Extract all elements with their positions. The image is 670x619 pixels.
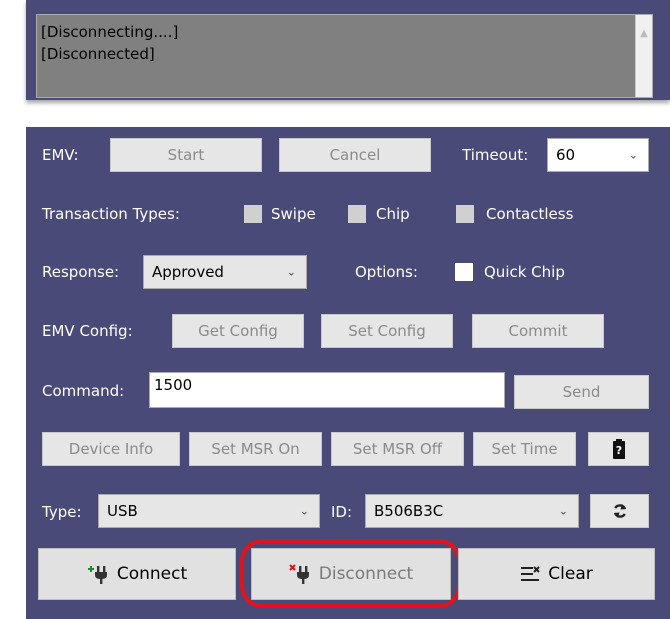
chip-checkbox[interactable] <box>348 205 366 223</box>
timeout-value: 60 <box>556 146 576 164</box>
set-time-button[interactable]: Set Time <box>473 432 576 466</box>
log-line: [Disconnected] <box>41 45 155 63</box>
log-scrollbar[interactable]: ▲ <box>635 15 652 97</box>
chevron-down-icon: ⌄ <box>628 148 638 162</box>
contactless-label: Contactless <box>486 205 574 223</box>
emv-config-label: EMV Config: <box>42 322 133 340</box>
chevron-down-icon: ⌄ <box>558 504 568 518</box>
plug-connect-icon <box>87 564 109 584</box>
chevron-down-icon: ⌄ <box>299 504 309 518</box>
type-select[interactable]: USB ⌄ <box>98 494 320 528</box>
start-button[interactable]: Start <box>110 138 262 172</box>
quick-chip-checkbox[interactable] <box>455 263 473 281</box>
timeout-label: Timeout: <box>462 146 529 164</box>
type-label: Type: <box>42 503 82 521</box>
connect-button[interactable]: Connect <box>38 548 236 600</box>
emv-label: EMV: <box>42 146 79 164</box>
transaction-types-label: Transaction Types: <box>42 205 180 223</box>
response-select[interactable]: Approved ⌄ <box>143 255 307 289</box>
swipe-checkbox[interactable] <box>244 205 262 223</box>
chip-label: Chip <box>376 205 410 223</box>
chevron-down-icon: ⌄ <box>286 265 296 279</box>
log-panel: [Disconnecting....] [Disconnected] ▲ <box>26 0 670 100</box>
options-label: Options: <box>355 263 418 281</box>
contactless-checkbox[interactable] <box>456 205 474 223</box>
log-textbox[interactable]: [Disconnecting....] [Disconnected] ▲ <box>36 14 653 98</box>
id-label: ID: <box>331 503 353 521</box>
send-button[interactable]: Send <box>514 375 649 409</box>
commit-button[interactable]: Commit <box>472 314 604 348</box>
connect-label: Connect <box>116 564 188 584</box>
timeout-select[interactable]: 60 ⌄ <box>547 138 649 172</box>
battery-button[interactable]: ? <box>588 432 649 466</box>
response-value: Approved <box>152 263 224 281</box>
set-msr-on-button[interactable]: Set MSR On <box>189 432 322 466</box>
command-input[interactable]: 1500 <box>149 372 505 408</box>
command-label: Command: <box>42 382 125 400</box>
disconnect-highlight <box>240 539 461 608</box>
cancel-button[interactable]: Cancel <box>279 138 431 172</box>
id-value: B506B3C <box>374 502 444 520</box>
id-select[interactable]: B506B3C ⌄ <box>365 494 579 528</box>
refresh-button[interactable] <box>590 494 649 528</box>
refresh-icon <box>612 503 628 519</box>
clear-list-icon <box>520 565 540 583</box>
log-line: [Disconnecting....] <box>41 23 179 41</box>
clear-label: Clear <box>548 564 593 584</box>
device-info-button[interactable]: Device Info <box>42 432 180 466</box>
svg-text:?: ? <box>615 444 621 457</box>
get-config-button[interactable]: Get Config <box>172 314 304 348</box>
quick-chip-label: Quick Chip <box>484 263 565 281</box>
set-config-button[interactable]: Set Config <box>321 314 453 348</box>
type-value: USB <box>107 502 138 520</box>
response-label: Response: <box>42 263 120 281</box>
clear-button[interactable]: Clear <box>458 548 655 600</box>
swipe-label: Swipe <box>271 205 316 223</box>
scroll-up-icon[interactable]: ▲ <box>636 23 652 45</box>
set-msr-off-button[interactable]: Set MSR Off <box>331 432 464 466</box>
battery-icon: ? <box>612 439 625 459</box>
main-panel: EMV: Start Cancel Timeout: 60 ⌄ Transact… <box>26 127 670 619</box>
